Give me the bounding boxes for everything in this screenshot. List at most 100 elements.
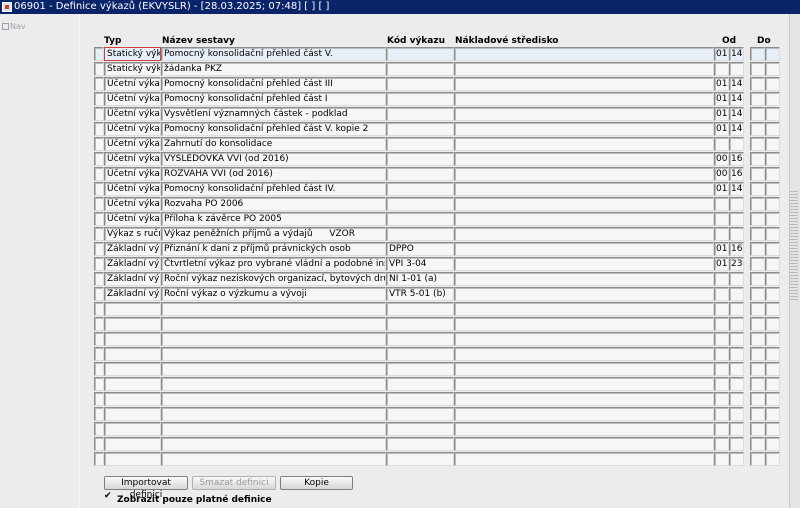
- cell-od-period[interactable]: [714, 317, 729, 331]
- cell-od-period[interactable]: [714, 287, 729, 301]
- cell-nakladove[interactable]: [454, 332, 714, 346]
- cell-nakladove[interactable]: [454, 242, 714, 256]
- cell-do-period[interactable]: [750, 212, 765, 226]
- import-definition-button[interactable]: Importovat definici: [104, 476, 188, 500]
- cell-od-year[interactable]: [729, 332, 744, 346]
- cell-do-period[interactable]: [750, 122, 765, 136]
- cell-kod[interactable]: [386, 77, 454, 91]
- cell-typ[interactable]: [104, 437, 161, 451]
- row-selector[interactable]: [94, 437, 104, 451]
- cell-do-year[interactable]: [765, 77, 780, 91]
- cell-nakladove[interactable]: [454, 317, 714, 331]
- cell-od-year[interactable]: 14: [729, 107, 744, 121]
- row-selector[interactable]: [94, 242, 104, 256]
- cell-od-period[interactable]: [714, 272, 729, 286]
- cell-kod[interactable]: [386, 422, 454, 436]
- cell-do-period[interactable]: [750, 227, 765, 241]
- cell-od-year[interactable]: [729, 302, 744, 316]
- cell-do-period[interactable]: [750, 47, 765, 61]
- cell-do-year[interactable]: [765, 47, 780, 61]
- cell-od-period[interactable]: 01: [714, 107, 729, 121]
- cell-od-year[interactable]: [729, 362, 744, 376]
- cell-nazev[interactable]: [161, 347, 386, 361]
- cell-kod[interactable]: [386, 407, 454, 421]
- cell-od-year[interactable]: [729, 137, 744, 151]
- cell-nazev[interactable]: ROZVAHA VVI (od 2016): [161, 167, 386, 181]
- cell-od-period[interactable]: 00: [714, 152, 729, 166]
- cell-od-period[interactable]: [714, 137, 729, 151]
- cell-kod[interactable]: [386, 227, 454, 241]
- cell-od-year[interactable]: [729, 452, 744, 466]
- cell-typ[interactable]: Základní výkaz: [104, 272, 161, 286]
- cell-do-period[interactable]: [750, 362, 765, 376]
- cell-do-period[interactable]: [750, 377, 765, 391]
- cell-od-year[interactable]: 14: [729, 182, 744, 196]
- cell-do-period[interactable]: [750, 437, 765, 451]
- cell-typ[interactable]: Výkaz s ruční: [104, 227, 161, 241]
- cell-typ[interactable]: Účetní výkaz: [104, 212, 161, 226]
- cell-kod[interactable]: [386, 302, 454, 316]
- cell-kod[interactable]: [386, 107, 454, 121]
- cell-nazev[interactable]: [161, 392, 386, 406]
- cell-od-period[interactable]: [714, 347, 729, 361]
- cell-typ[interactable]: Účetní výkaz: [104, 152, 161, 166]
- cell-nazev[interactable]: Výkaz peněžních příjmů a výdajů VZOR: [161, 227, 386, 241]
- cell-typ[interactable]: Účetní výkaz: [104, 77, 161, 91]
- cell-od-year[interactable]: 14: [729, 77, 744, 91]
- cell-od-period[interactable]: [714, 407, 729, 421]
- cell-do-year[interactable]: [765, 272, 780, 286]
- row-selector[interactable]: [94, 287, 104, 301]
- cell-od-year[interactable]: 16: [729, 242, 744, 256]
- cell-do-year[interactable]: [765, 167, 780, 181]
- cell-od-period[interactable]: [714, 197, 729, 211]
- cell-nakladove[interactable]: [454, 152, 714, 166]
- cell-nazev[interactable]: Zahrnutí do konsolidace: [161, 137, 386, 151]
- cell-od-period[interactable]: [714, 302, 729, 316]
- cell-do-year[interactable]: [765, 422, 780, 436]
- cell-nakladove[interactable]: [454, 302, 714, 316]
- cell-typ[interactable]: Účetní výkaz: [104, 182, 161, 196]
- cell-nakladove[interactable]: [454, 77, 714, 91]
- cell-do-year[interactable]: [765, 302, 780, 316]
- cell-typ[interactable]: Účetní výkaz: [104, 167, 161, 181]
- cell-nakladove[interactable]: [454, 137, 714, 151]
- cell-kod[interactable]: [386, 437, 454, 451]
- cell-kod[interactable]: [386, 452, 454, 466]
- cell-kod[interactable]: [386, 122, 454, 136]
- cell-kod[interactable]: [386, 62, 454, 76]
- row-selector[interactable]: [94, 137, 104, 151]
- nav-tab[interactable]: Nav: [2, 22, 26, 31]
- cell-typ[interactable]: Účetní výkaz: [104, 92, 161, 106]
- cell-od-period[interactable]: [714, 227, 729, 241]
- cell-nakladove[interactable]: [454, 257, 714, 271]
- cell-nazev[interactable]: žádanka PKZ: [161, 62, 386, 76]
- valid-definitions-checkbox[interactable]: [104, 491, 113, 503]
- cell-do-period[interactable]: [750, 422, 765, 436]
- cell-do-year[interactable]: [765, 407, 780, 421]
- cell-do-period[interactable]: [750, 107, 765, 121]
- row-selector[interactable]: [94, 212, 104, 226]
- cell-do-period[interactable]: [750, 152, 765, 166]
- row-selector[interactable]: [94, 47, 104, 61]
- row-selector[interactable]: [94, 407, 104, 421]
- cell-kod[interactable]: [386, 167, 454, 181]
- cell-do-period[interactable]: [750, 452, 765, 466]
- cell-nazev[interactable]: Pomocný konsolidační přehled část III: [161, 77, 386, 91]
- cell-do-year[interactable]: [765, 107, 780, 121]
- cell-od-year[interactable]: [729, 227, 744, 241]
- cell-od-year[interactable]: [729, 197, 744, 211]
- cell-kod[interactable]: [386, 362, 454, 376]
- cell-nazev[interactable]: [161, 422, 386, 436]
- cell-od-year[interactable]: 23: [729, 257, 744, 271]
- valid-definitions-filter[interactable]: Zobrazit pouze platné definice: [104, 491, 272, 505]
- cell-nazev[interactable]: VÝSLEDOVKA VVI (od 2016): [161, 152, 386, 166]
- cell-od-year[interactable]: [729, 212, 744, 226]
- cell-nazev[interactable]: [161, 437, 386, 451]
- cell-od-period[interactable]: 01: [714, 257, 729, 271]
- cell-nazev[interactable]: [161, 302, 386, 316]
- row-selector[interactable]: [94, 392, 104, 406]
- row-selector[interactable]: [94, 272, 104, 286]
- cell-nazev[interactable]: [161, 362, 386, 376]
- cell-do-year[interactable]: [765, 92, 780, 106]
- cell-typ[interactable]: [104, 407, 161, 421]
